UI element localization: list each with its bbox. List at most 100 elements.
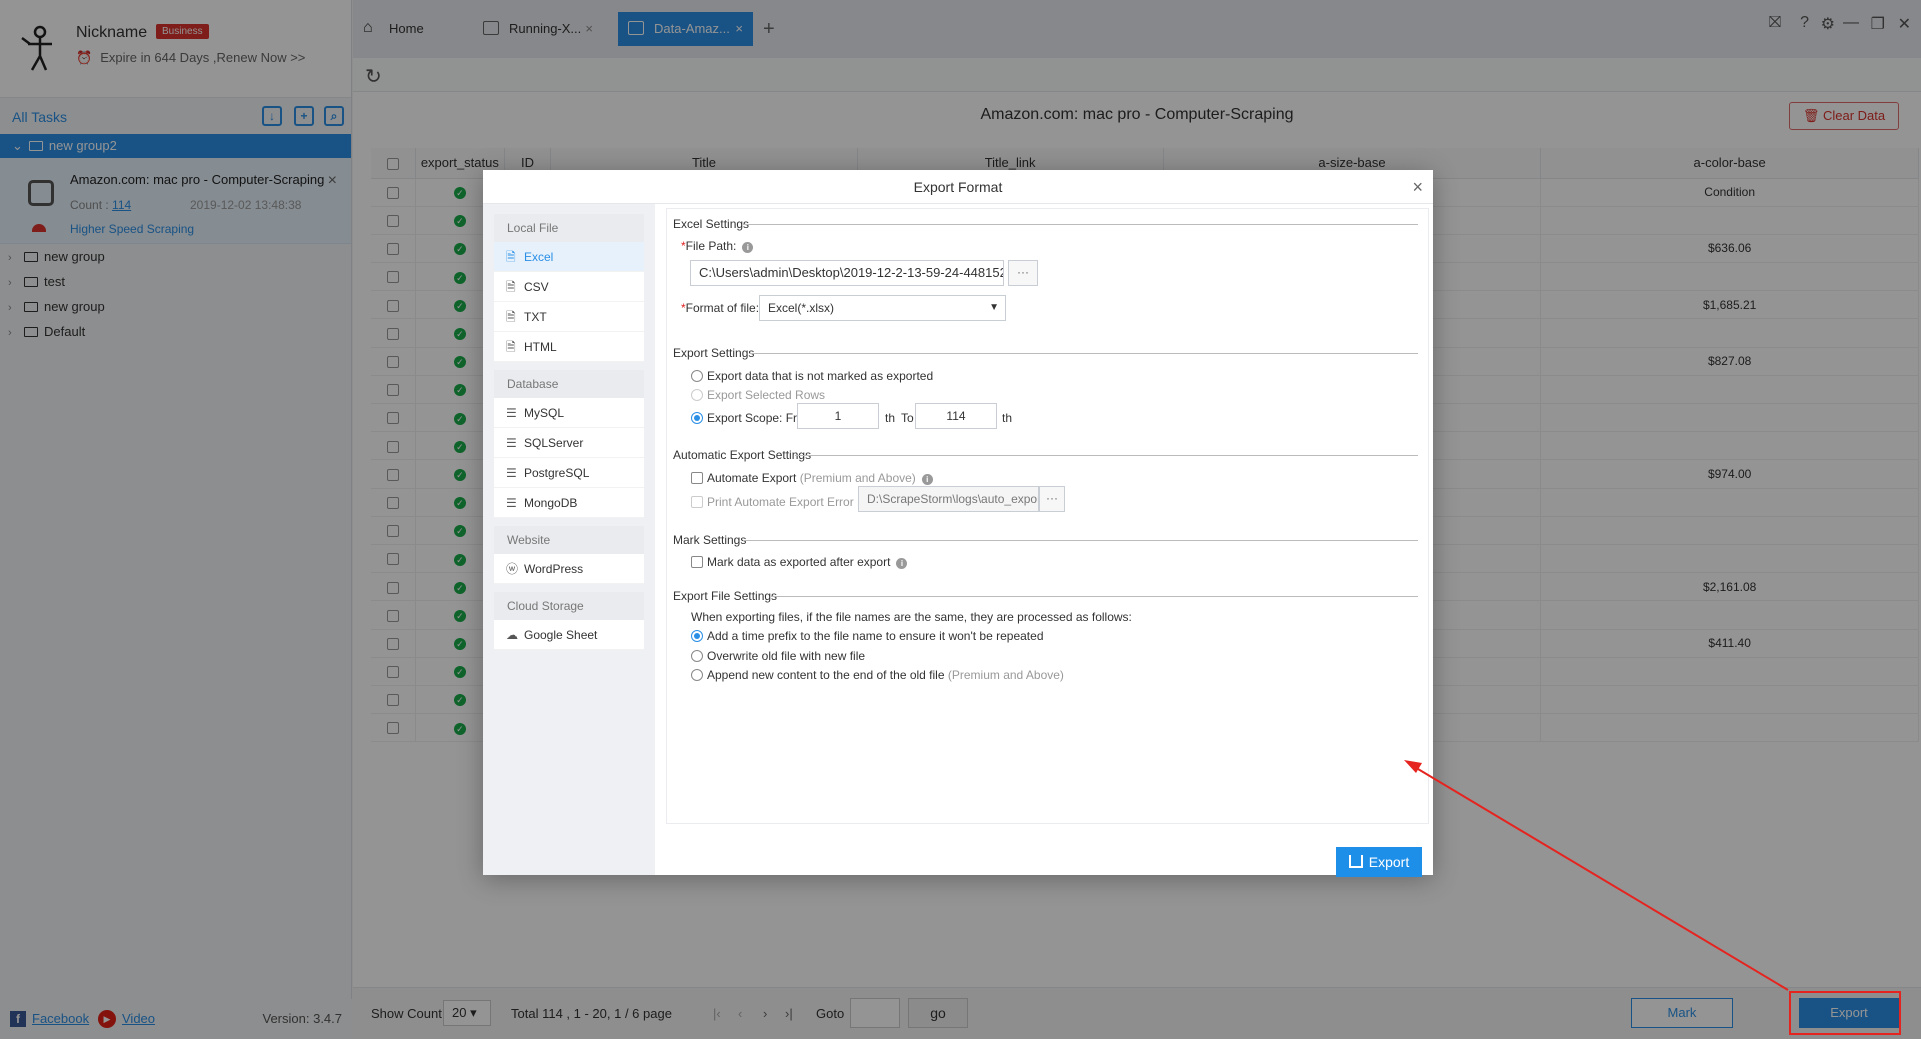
annotation-frame xyxy=(1789,991,1901,1035)
divider xyxy=(743,224,1418,225)
format-value: Excel(*.xlsx) xyxy=(768,301,835,315)
item-label: SQLServer xyxy=(524,436,584,450)
item-label: HTML xyxy=(524,340,557,354)
mark-exported-label[interactable]: Mark data as exported after export i xyxy=(707,555,908,569)
item-label: MySQL xyxy=(524,406,565,420)
database-section: Database ☰ MySQL ☰ SQLServer ☰ PostgreSQL ☰… xyxy=(494,370,644,518)
section-header: Website xyxy=(494,526,644,554)
dialog-header: Export Format × xyxy=(483,170,1433,204)
export-type-mongodb[interactable]: ☰ MongoDB xyxy=(494,488,644,518)
append-label[interactable]: Append new content to the end of the old… xyxy=(707,668,1064,682)
cloud-icon: ☁ xyxy=(506,628,518,642)
append-text: Append new content to the end of the old… xyxy=(707,668,945,682)
automate-export-checkbox[interactable] xyxy=(691,472,703,484)
file-icon: 🗎 xyxy=(506,340,516,354)
file-icon: 🗎 xyxy=(506,310,516,324)
info-icon[interactable]: i xyxy=(896,558,908,569)
item-label: Excel xyxy=(524,250,554,264)
scope-from-input[interactable]: 1 xyxy=(797,403,879,429)
export-type-google-sheet[interactable]: ☁ Google Sheet xyxy=(494,620,644,650)
scope-to-input[interactable]: 114 xyxy=(915,403,997,429)
item-label: PostgreSQL xyxy=(524,466,590,480)
close-icon[interactable]: × xyxy=(1412,170,1423,204)
export-settings-panel: Excel Settings *File Path: i C:\Users\adm… xyxy=(663,204,1433,877)
automate-export-label[interactable]: Automate Export (Premium and Above) i xyxy=(707,471,933,485)
browse-button[interactable]: ··· xyxy=(1008,260,1038,286)
time-prefix-label[interactable]: Add a time prefix to the file name to en… xyxy=(707,629,1044,643)
file-icon: 🗎 xyxy=(506,250,516,264)
section-header: Cloud Storage xyxy=(494,592,644,620)
premium-note: (Premium and Above) xyxy=(947,668,1064,682)
format-label: *Format of file: xyxy=(681,301,760,315)
premium-note: (Premium and Above) xyxy=(799,471,916,485)
radio-selected-rows[interactable] xyxy=(691,389,703,401)
to-label: To xyxy=(901,411,914,425)
mark-settings-title: Mark Settings xyxy=(673,533,747,547)
local-file-section: Local File 🗎 Excel 🗎 CSV 🗎 TXT 🗎 HTML xyxy=(494,214,644,362)
file-path-text: File Path: xyxy=(685,239,737,253)
divider xyxy=(795,455,1418,456)
file-settings-note: When exporting files, if the file names … xyxy=(691,610,1132,624)
log-browse-button[interactable]: ··· xyxy=(1039,486,1065,512)
export-type-excel[interactable]: 🗎 Excel xyxy=(494,242,644,272)
radio-not-marked[interactable] xyxy=(691,370,703,382)
database-icon: ☰ xyxy=(506,436,517,450)
format-select[interactable]: Excel(*.xlsx) ▼ xyxy=(759,295,1006,321)
divider xyxy=(771,596,1418,597)
export-type-html[interactable]: 🗎 HTML xyxy=(494,332,644,362)
file-path-input[interactable]: C:\Users\admin\Desktop\2019-12-2-13-59-2… xyxy=(690,260,1004,286)
export-type-wordpress[interactable]: ⓦ WordPress xyxy=(494,554,644,584)
website-section: Website ⓦ WordPress xyxy=(494,526,644,584)
dialog-title: Export Format xyxy=(913,179,1003,195)
print-log-checkbox[interactable] xyxy=(691,496,703,508)
selected-rows-label[interactable]: Export Selected Rows xyxy=(707,388,825,402)
wordpress-icon: ⓦ xyxy=(506,562,519,576)
log-path-input[interactable]: D:\ScrapeStorm\logs\auto_export\255 xyxy=(858,486,1039,512)
export-type-sqlserver[interactable]: ☰ SQLServer xyxy=(494,428,644,458)
export-type-csv[interactable]: 🗎 CSV xyxy=(494,272,644,302)
item-label: WordPress xyxy=(524,562,584,576)
cloud-section: Cloud Storage ☁ Google Sheet xyxy=(494,592,644,650)
radio-overwrite[interactable] xyxy=(691,650,703,662)
download-icon xyxy=(1348,855,1363,868)
settings-form: Excel Settings *File Path: i C:\Users\adm… xyxy=(666,208,1429,824)
file-icon: 🗎 xyxy=(506,280,516,294)
item-label: CSV xyxy=(524,280,549,294)
info-icon[interactable]: i xyxy=(921,474,933,485)
radio-time-prefix[interactable] xyxy=(691,630,703,642)
not-marked-label[interactable]: Export data that is not marked as export… xyxy=(707,369,933,383)
export-type-sidebar: Local File 🗎 Excel 🗎 CSV 🗎 TXT 🗎 HTML Databa… xyxy=(483,204,655,875)
info-icon[interactable]: i xyxy=(742,242,754,253)
auto-export-title: Automatic Export Settings xyxy=(673,448,812,462)
export-format-dialog: Export Format × Local File 🗎 Excel 🗎 CSV 🗎… xyxy=(483,170,1433,877)
mark-exported-text: Mark data as exported after export xyxy=(707,555,891,569)
item-label: MongoDB xyxy=(524,496,578,510)
export-label: Export xyxy=(1368,854,1410,870)
automate-export-text: Automate Export xyxy=(707,471,797,485)
export-type-postgresql[interactable]: ☰ PostgreSQL xyxy=(494,458,644,488)
format-text: Format of file: xyxy=(685,301,760,315)
export-type-mysql[interactable]: ☰ MySQL xyxy=(494,398,644,428)
th-label: th xyxy=(885,411,896,425)
database-icon: ☰ xyxy=(506,406,517,420)
divider xyxy=(749,353,1418,354)
th-label: th xyxy=(1002,411,1013,425)
excel-settings-title: Excel Settings xyxy=(673,217,750,231)
radio-append[interactable] xyxy=(691,669,703,681)
overwrite-label[interactable]: Overwrite old file with new file xyxy=(707,649,865,663)
dialog-export-button[interactable]: Export xyxy=(1336,847,1422,877)
export-type-txt[interactable]: 🗎 TXT xyxy=(494,302,644,332)
chevron-down-icon: ▼ xyxy=(989,302,999,313)
section-header: Database xyxy=(494,370,644,398)
divider xyxy=(743,540,1418,541)
file-path-label: *File Path: i xyxy=(681,239,754,253)
database-icon: ☰ xyxy=(506,496,517,510)
section-header: Local File xyxy=(494,214,644,242)
radio-export-scope[interactable] xyxy=(691,412,703,424)
database-icon: ☰ xyxy=(506,466,517,480)
item-label: TXT xyxy=(524,310,547,324)
file-settings-title: Export File Settings xyxy=(673,589,778,603)
print-log-label[interactable]: Print Automate Export Error Log xyxy=(707,495,877,509)
mark-exported-checkbox[interactable] xyxy=(691,556,703,568)
item-label: Google Sheet xyxy=(524,628,598,642)
